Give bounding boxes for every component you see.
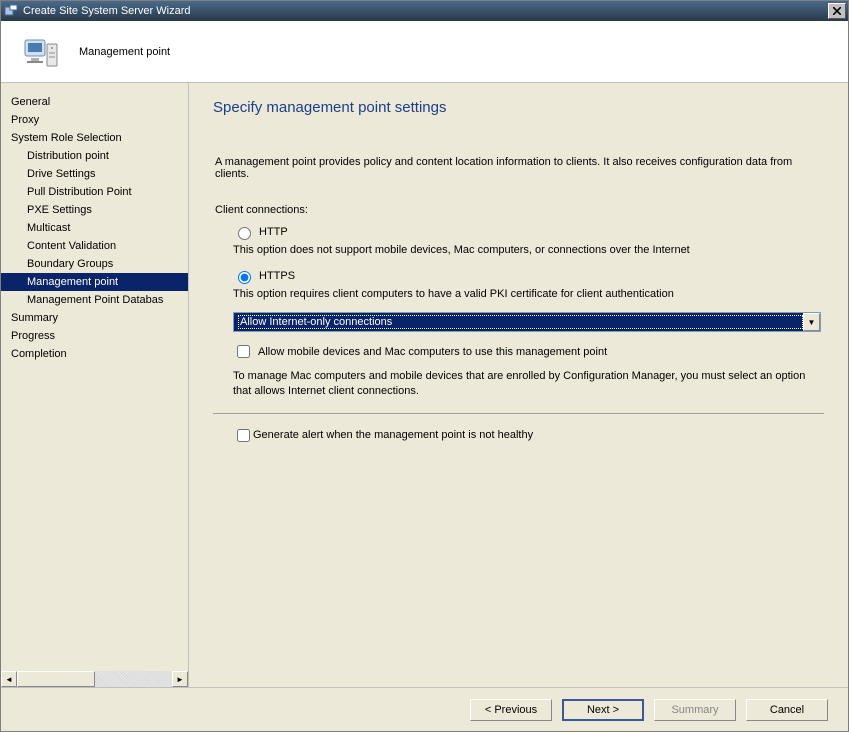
https-radio-label[interactable]: HTTPS xyxy=(259,270,295,282)
sidebar-scrollbar[interactable]: ◄ ► xyxy=(1,671,188,687)
scroll-thumb[interactable] xyxy=(17,671,95,687)
nav-item-management-point-databas[interactable]: Management Point Databas xyxy=(1,291,188,309)
http-note: This option does not support mobile devi… xyxy=(233,244,824,256)
titlebar[interactable]: Create Site System Server Wizard xyxy=(1,1,848,21)
next-button[interactable]: Next > xyxy=(562,699,644,721)
nav-item-general[interactable]: General xyxy=(1,93,188,111)
nav-item-pxe-settings[interactable]: PXE Settings xyxy=(1,201,188,219)
dropdown-selected-text: Allow Internet-only connections xyxy=(238,315,803,329)
summary-button: Summary xyxy=(654,699,736,721)
connection-mode-dropdown[interactable]: Allow Internet-only connections ▼ xyxy=(233,312,821,332)
scroll-track[interactable] xyxy=(17,671,172,687)
scroll-left-button[interactable]: ◄ xyxy=(1,671,17,687)
wizard-icon xyxy=(3,3,19,19)
page-heading: Specify management point settings xyxy=(213,99,824,116)
client-connections-label: Client connections: xyxy=(215,204,824,216)
server-icon xyxy=(21,32,61,72)
wizard-header: Management point xyxy=(1,21,848,83)
https-note: This option requires client computers to… xyxy=(233,288,824,300)
close-button[interactable] xyxy=(828,3,846,19)
generate-alert-checkbox[interactable] xyxy=(237,429,250,442)
nav-item-completion[interactable]: Completion xyxy=(1,345,188,363)
allow-mobile-checkbox[interactable] xyxy=(237,345,250,358)
allow-mobile-label[interactable]: Allow mobile devices and Mac computers t… xyxy=(258,346,607,358)
nav-item-content-validation[interactable]: Content Validation xyxy=(1,237,188,255)
previous-button[interactable]: < Previous xyxy=(470,699,552,721)
nav-item-progress[interactable]: Progress xyxy=(1,327,188,345)
mac-note: To manage Mac computers and mobile devic… xyxy=(233,369,824,399)
http-radio[interactable] xyxy=(238,227,251,240)
nav-item-proxy[interactable]: Proxy xyxy=(1,111,188,129)
nav-item-summary[interactable]: Summary xyxy=(1,309,188,327)
https-radio[interactable] xyxy=(238,271,251,284)
divider xyxy=(213,413,824,414)
nav-item-pull-distribution-point[interactable]: Pull Distribution Point xyxy=(1,183,188,201)
scroll-right-button[interactable]: ► xyxy=(172,671,188,687)
cancel-button[interactable]: Cancel xyxy=(746,699,828,721)
dropdown-chevron-icon[interactable]: ▼ xyxy=(803,313,820,331)
nav-item-boundary-groups[interactable]: Boundary Groups xyxy=(1,255,188,273)
page-description: A management point provides policy and c… xyxy=(215,156,824,180)
http-radio-label[interactable]: HTTP xyxy=(259,226,288,238)
nav-item-distribution-point[interactable]: Distribution point xyxy=(1,147,188,165)
nav-item-system-role-selection[interactable]: System Role Selection xyxy=(1,129,188,147)
wizard-footer: < Previous Next > Summary Cancel xyxy=(1,687,848,731)
nav-item-management-point[interactable]: Management point xyxy=(1,273,188,291)
wizard-sidebar: GeneralProxySystem Role SelectionDistrib… xyxy=(1,83,189,687)
wizard-content: Specify management point settings A mana… xyxy=(189,83,848,687)
generate-alert-label[interactable]: Generate alert when the management point… xyxy=(253,429,533,441)
header-subtitle: Management point xyxy=(79,46,170,58)
nav-item-multicast[interactable]: Multicast xyxy=(1,219,188,237)
nav-item-drive-settings[interactable]: Drive Settings xyxy=(1,165,188,183)
window-title: Create Site System Server Wizard xyxy=(23,5,828,17)
